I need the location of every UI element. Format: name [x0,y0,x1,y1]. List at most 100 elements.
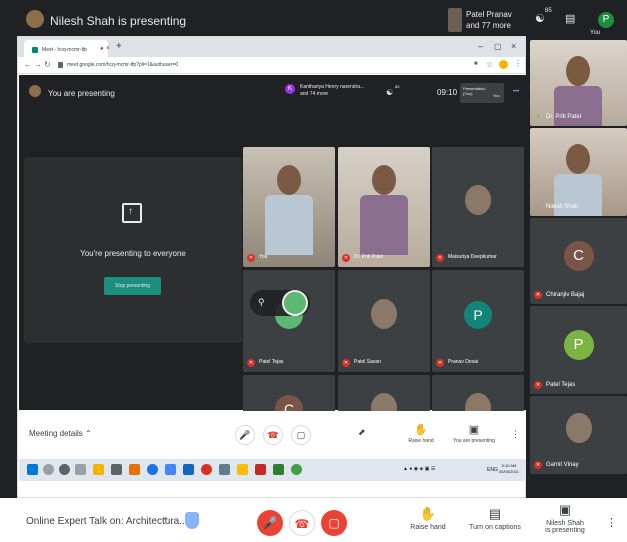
back-arrow-icon[interactable]: ← [24,60,32,69]
inner-participants-summary[interactable]: Kanthariya Henry narendra... and 74 more [300,84,390,98]
inner-presenter-avatar [29,85,41,97]
hand-icon: ✋ [414,424,428,436]
raise-hand-button[interactable]: ✋ Raise hand [408,506,448,531]
chrome-icon[interactable] [201,464,212,475]
participant-name: Pranav Desai [448,359,479,365]
mail-icon[interactable] [183,464,194,475]
window-close-button[interactable]: × [511,41,516,51]
inner-people-icon[interactable]: ☯ [386,88,393,97]
hangup-button[interactable]: ☎ [289,510,315,536]
participants-more: and 77 more [466,21,511,30]
participant-thumbnail[interactable] [448,8,462,32]
new-tab-button[interactable]: + [116,41,122,52]
url-field[interactable]: meet.google.com/hcq-mcmr-tfp?pli=1&authu… [67,62,178,68]
forward-arrow-icon[interactable]: → [34,60,42,69]
inner-mic-button[interactable]: 🎤 [235,425,255,445]
taskbar-date: 05/05/2021 [499,469,520,474]
participant-photo [565,413,592,443]
presenter-avatar [26,10,44,28]
chevron-up-icon[interactable]: ⌃ [162,516,170,527]
maximize-button[interactable]: ▢ [494,42,502,51]
tile-menu-ring[interactable] [282,290,308,316]
photos-icon[interactable] [165,464,176,475]
participant-tile[interactable]: ✕ You [243,147,335,267]
cortana-icon[interactable] [59,464,70,475]
participants-summary[interactable]: Patel Pranav and 77 more [466,9,536,31]
camera-off-button[interactable]: ▢ [321,510,347,536]
participant-tile[interactable]: ✕ Maisuriya Deepkumar [432,147,524,267]
extension-icon[interactable]: ■ [474,61,478,67]
meet-favicon-icon [32,47,38,53]
pdf-icon[interactable] [255,464,266,475]
right-participant-tile[interactable]: ✕ Gamit Vinay [530,396,627,474]
store-icon[interactable] [111,464,122,475]
presentation-thumbnail[interactable]: Presentation (You) You [460,83,504,103]
meeting-details-button[interactable]: Meeting details ⌃ [29,429,92,438]
taskbar-clock[interactable]: 9:10 AM 05/05/2021 [499,463,519,475]
right-participant-tile[interactable]: P ✕ Patel Tejas [530,306,627,394]
security-shield-icon[interactable] [185,512,199,529]
mic-off-button[interactable]: 🎤 [257,510,283,536]
task-view-icon[interactable] [75,464,86,475]
minimize-button[interactable]: – [478,41,483,51]
windows-start-icon[interactable] [27,464,38,475]
participant-name: Nilesh Shah [546,204,579,210]
app-icon-1[interactable] [219,464,230,475]
tab-close-button[interactable]: × [106,46,110,52]
stop-presenting-button[interactable]: Stop presenting [104,277,161,295]
more-options-icon[interactable]: ⋮ [606,516,617,529]
mic-off-icon: ✕ [534,291,542,299]
participant-name: Patel Tejas [546,382,576,388]
system-tray-icons[interactable]: ▲ ● ◉ ◈ ▣ ☰ [403,466,435,472]
file-explorer-icon[interactable] [93,464,104,475]
participant-name: Chiranjiv Bajaj [546,292,585,298]
bookmark-star-icon[interactable]: ☆ [486,60,493,69]
app-icon-2[interactable] [237,464,248,475]
inner-more-options-icon[interactable]: ⋮ [511,429,520,440]
participant-tile[interactable]: P ✕ Pranav Desai [432,270,524,372]
participant-tile[interactable]: ✕ Patel Tejas ⚲ [243,270,335,372]
inner-raise-hand-button[interactable]: ✋ Raise hand [406,423,436,444]
presenting-line1: Nilesh Shah [546,520,584,527]
browser-tab[interactable]: Meet - hcq-mcmr-tfp ● × [24,40,110,57]
participant-photo [465,185,491,215]
participant-name: Dr. Priti Patel [354,254,384,260]
pin-icon[interactable]: ⚲ [258,297,265,308]
inner-presenting-button[interactable]: ▣ You are presenting [451,423,497,444]
participant-avatar: C [563,241,594,271]
captions-button[interactable]: ▤ Turn on captions [467,506,523,531]
reload-icon[interactable]: ↻ [44,60,51,69]
tile-hover-controls[interactable]: ⚲ [250,290,310,316]
search-icon[interactable] [43,464,54,475]
profile-icon[interactable] [499,60,508,69]
browser-menu-icon[interactable]: ⋮ [514,59,522,68]
edge-icon[interactable] [147,464,158,475]
right-participant-tile[interactable]: C ✕ Chiranjiv Bajaj [530,218,627,304]
app-icon-3[interactable] [291,464,302,475]
presenting-indicator-button[interactable]: ▣ Nilesh Shah is presenting [540,502,590,534]
office-icon[interactable] [129,464,140,475]
language-indicator[interactable]: ENG [487,467,498,473]
presenting-panel: ↑ You're presenting to everyone Stop pre… [24,157,242,343]
participant-tile[interactable]: ✕ Patel Savan [338,270,430,372]
chat-icon[interactable]: ▤ [565,12,575,25]
participant-name: Gamit Vinay [546,462,579,468]
participant-face [372,165,396,195]
mic-off-icon: ✕ [534,381,542,389]
participant-face [566,144,590,174]
participant-name: Dr. Priti Patel [546,114,582,120]
more-dots-icon[interactable]: ••• [513,89,519,95]
captions-icon: ▤ [488,506,502,521]
inner-camera-button[interactable]: ▢ [291,425,311,445]
people-icon[interactable]: ☯ [535,12,545,25]
right-participant-tile[interactable]: ‖ Dr. Priti Patel [530,40,627,126]
mic-off-icon: ✕ [436,254,444,262]
captions-label: Turn on captions [469,524,521,531]
right-participant-tile[interactable]: ‖ Nilesh Shah [530,128,627,216]
chevron-up-icon: ⌃ [85,429,92,438]
self-avatar[interactable]: P [598,12,614,28]
participant-tile[interactable]: ✕ Dr. Priti Patel [338,147,430,267]
tab-title: Meet - hcq-mcmr-tfp [42,47,88,53]
excel-icon[interactable] [273,464,284,475]
inner-hangup-button[interactable]: ☎ [263,425,283,445]
